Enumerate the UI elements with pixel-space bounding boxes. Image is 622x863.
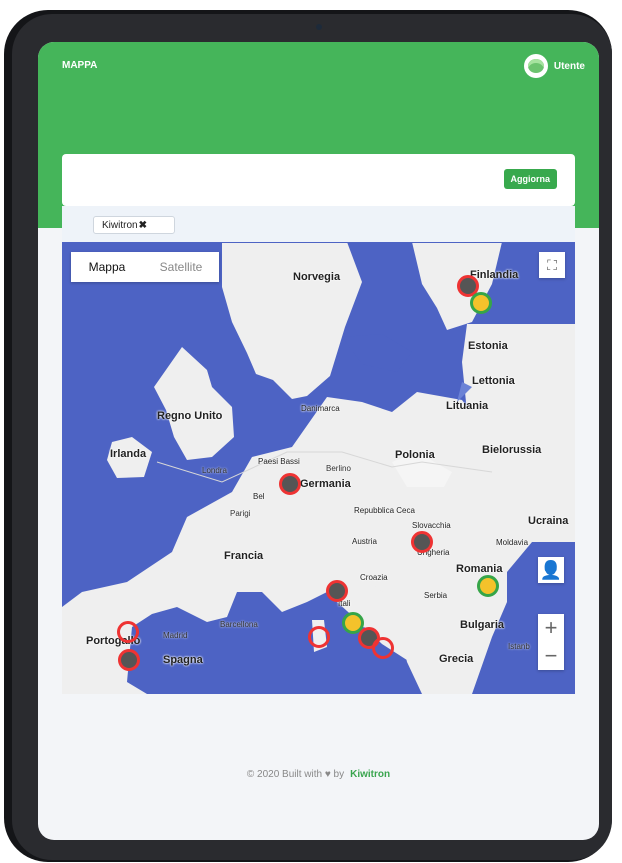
footer: © 2020 Built with ♥ by Kiwitron bbox=[38, 769, 599, 780]
label-ucraina: Ucraina bbox=[528, 515, 569, 527]
map-type-map[interactable]: Mappa bbox=[71, 252, 143, 282]
label-estonia: Estonia bbox=[468, 340, 508, 352]
footer-text: © 2020 Built with ♥ by bbox=[246, 769, 345, 780]
city-londra: Londra bbox=[202, 466, 227, 475]
machine-marker[interactable] bbox=[279, 473, 301, 495]
label-belgio: Bel bbox=[253, 492, 265, 501]
label-regno-unito: Regno Unito bbox=[157, 410, 223, 422]
machine-marker[interactable] bbox=[477, 575, 499, 597]
user-menu[interactable]: Utente bbox=[523, 54, 585, 78]
map-type-toggle: Mappa Satellite bbox=[71, 252, 219, 282]
europe-map[interactable]: Mappa Satellite ⛶ 👤 + − Norvegia Finland… bbox=[62, 242, 575, 694]
label-bielorussia: Bielorussia bbox=[482, 444, 542, 456]
label-serbia: Serbia bbox=[424, 591, 448, 600]
fullscreen-icon[interactable]: ⛶ bbox=[539, 252, 565, 278]
city-barcellona: Barcellona bbox=[220, 620, 258, 629]
zoom-out-button[interactable]: − bbox=[545, 642, 558, 670]
filter-chip-label: Kiwitron bbox=[102, 220, 138, 231]
app-screen: MAPPA Utente Aggiorna Kiwitron✖ Mappa Sa… bbox=[38, 42, 599, 840]
zoom-controls: + − bbox=[538, 614, 564, 670]
zoom-in-button[interactable]: + bbox=[545, 614, 558, 642]
user-label: Utente bbox=[553, 60, 585, 72]
label-romania: Romania bbox=[456, 563, 503, 575]
label-moldavia: Moldavia bbox=[496, 538, 529, 547]
label-slovacchia: Slovacchia bbox=[412, 521, 451, 530]
pegman-icon[interactable]: 👤 bbox=[538, 557, 564, 583]
camera-icon bbox=[316, 24, 322, 30]
city-madrid: Madrid bbox=[163, 631, 188, 640]
remove-filter-icon[interactable]: ✖ bbox=[139, 220, 147, 231]
machine-marker[interactable] bbox=[411, 531, 433, 553]
label-germania: Germania bbox=[300, 478, 351, 490]
label-paesi-bassi: Paesi Bassi bbox=[258, 457, 300, 466]
machine-marker[interactable] bbox=[308, 626, 330, 648]
city-berlino: Berlino bbox=[326, 464, 351, 473]
label-polonia: Polonia bbox=[395, 449, 435, 461]
label-norvegia: Norvegia bbox=[293, 271, 341, 283]
city-istanbul: Istanb bbox=[508, 642, 530, 651]
label-lettonia: Lettonia bbox=[472, 375, 515, 387]
label-bulgaria: Bulgaria bbox=[460, 619, 505, 631]
machine-marker[interactable] bbox=[117, 621, 139, 643]
footer-brand-link[interactable]: Kiwitron bbox=[350, 769, 390, 780]
label-francia: Francia bbox=[224, 550, 264, 562]
label-spagna: Spagna bbox=[163, 654, 203, 666]
app-title: MAPPA bbox=[62, 60, 98, 71]
label-austria: Austria bbox=[352, 537, 377, 546]
machine-marker[interactable] bbox=[118, 649, 140, 671]
filter-chip[interactable]: Kiwitron✖ bbox=[93, 216, 175, 234]
filter-bar: Kiwitron✖ bbox=[62, 206, 575, 244]
label-danimarca: Danimarca bbox=[301, 404, 340, 413]
map-type-satellite[interactable]: Satellite bbox=[143, 252, 219, 282]
city-parigi: Parigi bbox=[230, 509, 251, 518]
label-repubblica-ceca: Repubblica Ceca bbox=[354, 506, 415, 515]
refresh-button[interactable]: Aggiorna bbox=[503, 169, 557, 189]
machine-marker[interactable] bbox=[470, 292, 492, 314]
toolbar-card: Aggiorna bbox=[62, 154, 575, 206]
machine-marker[interactable] bbox=[326, 580, 348, 602]
label-grecia: Grecia bbox=[439, 653, 474, 665]
label-croazia: Croazia bbox=[360, 573, 388, 582]
user-avatar-icon bbox=[523, 54, 548, 78]
label-lituania: Lituania bbox=[446, 400, 489, 412]
label-irlanda: Irlanda bbox=[110, 448, 147, 460]
machine-marker[interactable] bbox=[372, 637, 394, 659]
